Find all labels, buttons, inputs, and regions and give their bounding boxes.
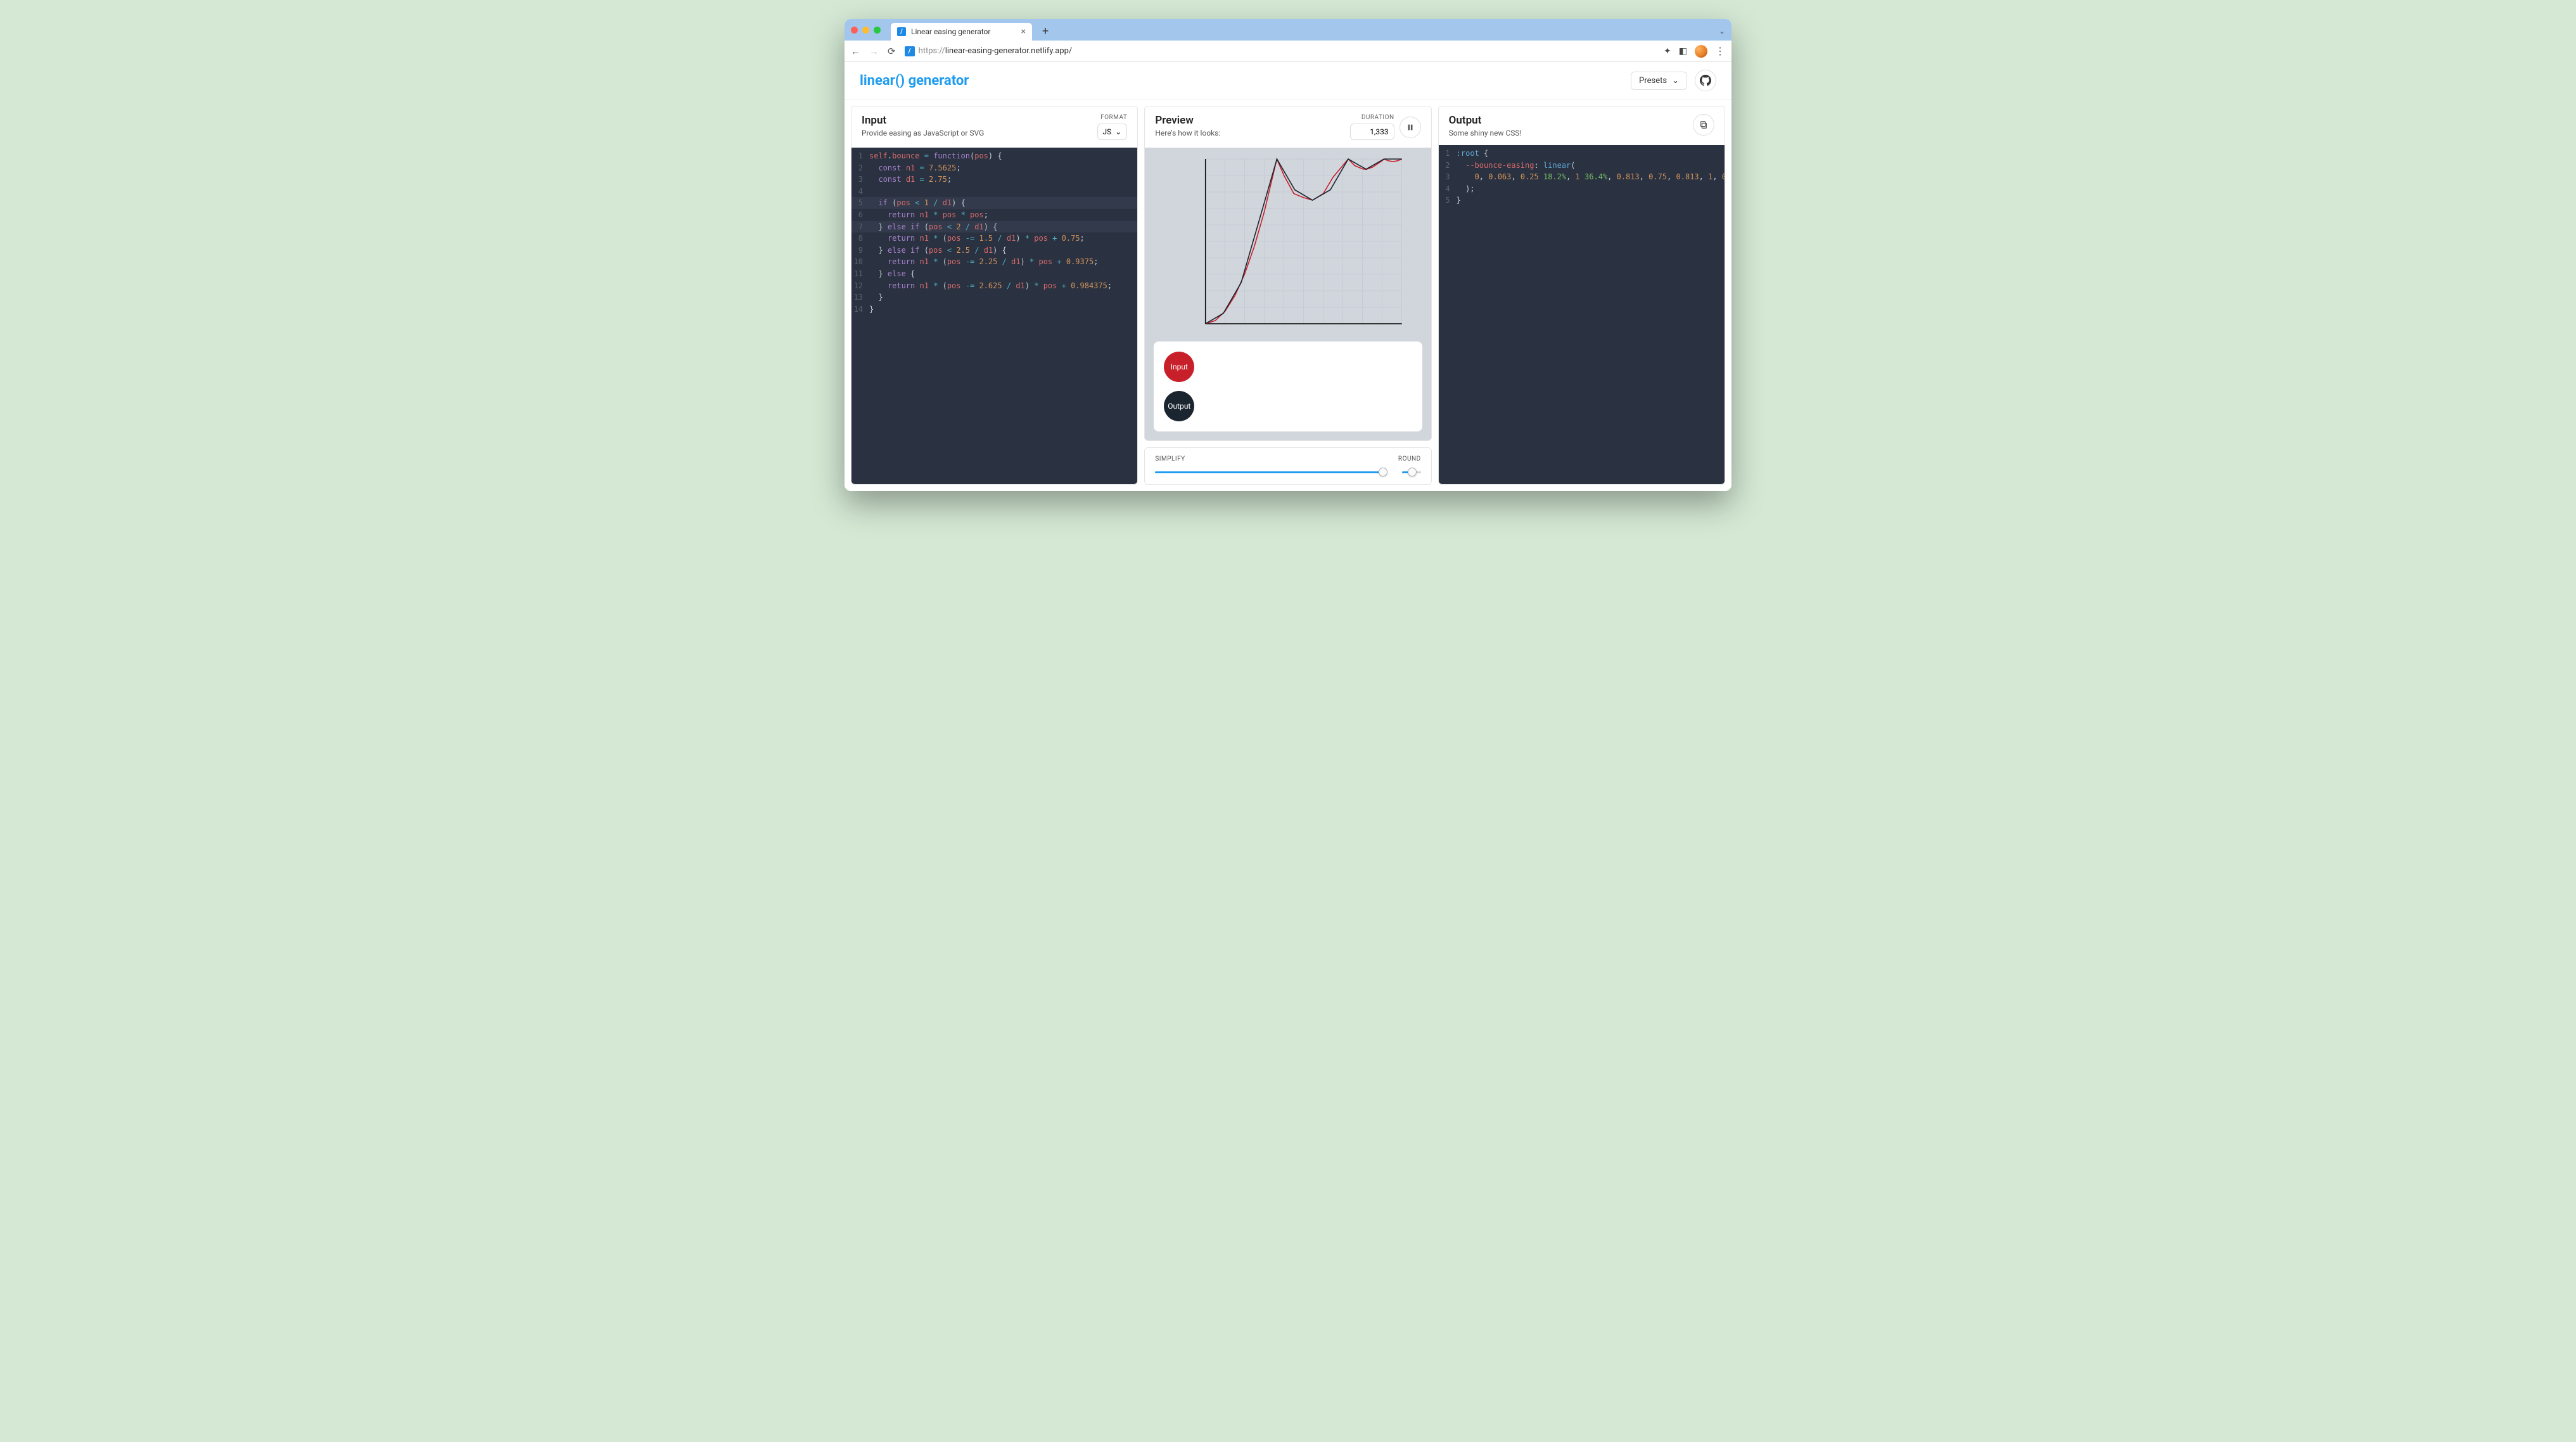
duration-label: DURATION xyxy=(1361,114,1394,121)
forward-button[interactable]: → xyxy=(869,46,879,57)
back-button[interactable]: ← xyxy=(851,46,860,57)
output-title: Output xyxy=(1449,114,1522,127)
address-bar: ← → ⟳ / https://linear-easing-generator.… xyxy=(845,41,1731,62)
github-icon xyxy=(1700,75,1711,86)
output-code-view[interactable]: 1:root {2 --bounce-easing: linear(3 0, 0… xyxy=(1439,145,1725,484)
input-title: Input xyxy=(862,114,984,127)
output-panel: Output Some shiny new CSS! 1:root {2 --b… xyxy=(1438,106,1725,485)
presets-dropdown[interactable]: Presets ⌄ xyxy=(1631,72,1687,90)
round-slider[interactable] xyxy=(1402,468,1421,476)
main-grid: Input Provide easing as JavaScript or SV… xyxy=(845,99,1731,491)
output-subtitle: Some shiny new CSS! xyxy=(1449,129,1522,137)
animation-card: Input Output xyxy=(1154,341,1422,431)
app-header: linear() generator Presets ⌄ xyxy=(845,62,1731,99)
format-label: FORMAT xyxy=(1100,114,1127,121)
pause-button[interactable] xyxy=(1400,117,1421,138)
sliders-panel: SIMPLIFY ROUND xyxy=(1144,447,1431,485)
github-link[interactable] xyxy=(1695,70,1716,91)
copy-icon xyxy=(1699,120,1708,129)
reload-button[interactable]: ⟳ xyxy=(888,46,896,57)
minimize-window-button[interactable] xyxy=(862,27,869,34)
favicon-icon: / xyxy=(897,27,906,36)
close-window-button[interactable] xyxy=(851,27,858,34)
easing-chart xyxy=(1151,153,1424,336)
tab-list-button[interactable]: ⌄ xyxy=(1719,27,1725,35)
window-controls xyxy=(851,27,881,34)
browser-tab[interactable]: / Linear easing generator × xyxy=(891,23,1032,41)
input-code-editor[interactable]: 1self.bounce = function(pos) {2 const n1… xyxy=(851,148,1137,484)
preview-subtitle: Here's how it looks: xyxy=(1155,129,1220,137)
round-label: ROUND xyxy=(1398,456,1421,463)
output-ball: Output xyxy=(1164,391,1194,421)
toolbar-icons: ✦ ◧ ⋮ xyxy=(1664,45,1725,58)
titlebar: / Linear easing generator × + ⌄ xyxy=(845,19,1731,41)
preview-body: Input Output xyxy=(1145,148,1431,440)
site-icon: / xyxy=(905,46,915,56)
maximize-window-button[interactable] xyxy=(874,27,881,34)
input-subtitle: Provide easing as JavaScript or SVG xyxy=(862,129,984,137)
presets-label: Presets xyxy=(1639,76,1667,86)
input-panel: Input Provide easing as JavaScript or SV… xyxy=(851,106,1138,485)
close-tab-button[interactable]: × xyxy=(1021,27,1025,37)
app-title: linear() generator xyxy=(860,73,969,89)
url-text: https://linear-easing-generator.netlify.… xyxy=(919,46,1073,56)
simplify-label: SIMPLIFY xyxy=(1155,456,1185,463)
format-value: JS xyxy=(1103,127,1112,136)
format-select[interactable]: JS ⌄ xyxy=(1097,124,1128,140)
simplify-slider[interactable] xyxy=(1155,468,1382,476)
preview-panel: Preview Here's how it looks: DURATION xyxy=(1144,106,1431,441)
copy-button[interactable] xyxy=(1693,114,1714,136)
chevron-down-icon: ⌄ xyxy=(1672,76,1679,86)
new-tab-button[interactable]: + xyxy=(1042,25,1049,38)
input-ball: Input xyxy=(1164,352,1194,382)
duration-input[interactable] xyxy=(1350,124,1394,140)
omnibox[interactable]: / https://linear-easing-generator.netlif… xyxy=(905,46,1655,56)
extensions-icon[interactable]: ✦ xyxy=(1664,46,1671,56)
pause-icon xyxy=(1406,123,1415,132)
chevron-down-icon: ⌄ xyxy=(1115,127,1121,136)
preview-title: Preview xyxy=(1155,114,1220,127)
profile-avatar[interactable] xyxy=(1695,45,1707,58)
browser-window: / Linear easing generator × + ⌄ ← → ⟳ / … xyxy=(845,19,1731,491)
tab-title: Linear easing generator xyxy=(911,27,990,36)
menu-button[interactable]: ⋮ xyxy=(1715,45,1725,57)
sidepanel-icon[interactable]: ◧ xyxy=(1679,46,1687,56)
